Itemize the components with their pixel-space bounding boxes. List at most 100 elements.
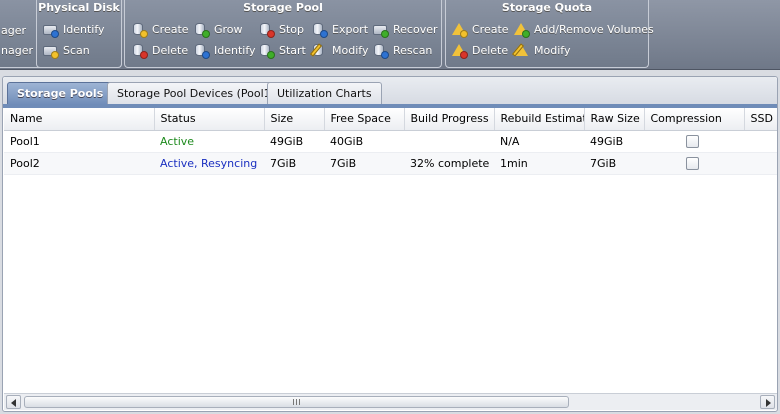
table-header-row: Name Status Size Free Space Build Progre… [4, 108, 777, 131]
storage-pools-table: Name Status Size Free Space Build Progre… [4, 108, 777, 175]
cell-status: Active, Resyncing [154, 152, 264, 175]
horizontal-scrollbar[interactable] [4, 393, 777, 410]
compression-checkbox[interactable] [686, 134, 699, 148]
cell-build-progress [404, 130, 494, 153]
quota-create-button[interactable]: Create [452, 19, 509, 39]
cell-rebuild-estimate: 1min [494, 152, 584, 175]
pool-identify-label: Identify [214, 43, 256, 57]
quota-delete-button[interactable]: Delete [452, 40, 508, 60]
cell-rebuild-estimate: N/A [494, 130, 584, 153]
compression-checkbox[interactable] [686, 156, 699, 170]
pool-delete-button[interactable]: Delete [132, 40, 188, 60]
table-row[interactable]: Pool1 Active 49GiB 40GiB N/A 49GiB [4, 130, 777, 153]
quota-delete-icon [452, 43, 468, 59]
quota-modify-label: Modify [534, 43, 571, 57]
cell-ssd [744, 130, 777, 153]
cell-free-space: 7GiB [324, 152, 404, 175]
column-header-size[interactable]: Size [264, 108, 325, 131]
pool-start-icon [259, 43, 275, 59]
cell-size: 7GiB [264, 152, 324, 175]
pool-start-label: Start [279, 43, 306, 57]
pool-recover-button[interactable]: Recover [373, 19, 438, 39]
pool-export-label: Export [332, 22, 369, 36]
tab-bar: Storage Pools Storage Pool Devices (Pool… [3, 77, 777, 105]
pool-create-icon [132, 22, 148, 38]
quota-create-icon [452, 22, 468, 38]
physical-disk-group-title: Physical Disk [38, 1, 120, 14]
tab-storage-pool-devices[interactable]: Storage Pool Devices (Pool1) [107, 82, 285, 105]
storage-quota-group: Storage Quota Create Add/Remove Volumes … [445, 0, 654, 68]
pool-rescan-label: Rescan [393, 43, 433, 57]
manager-button-1[interactable]: ager [1, 20, 26, 40]
manager-button-1-label: ager [1, 23, 27, 37]
column-header-build-progress[interactable]: Build Progress [404, 108, 495, 131]
column-header-rebuild-estimate[interactable]: Rebuild Estimate [494, 108, 585, 131]
storage-pool-group-title: Storage Pool [243, 1, 323, 14]
pool-create-label: Create [152, 22, 189, 36]
cell-compression [644, 130, 744, 153]
tab-utilization-charts[interactable]: Utilization Charts [267, 82, 382, 105]
storage-pools-panel: Storage Pools Storage Pool Devices (Pool… [2, 76, 778, 412]
quota-modify-button[interactable]: Modify [511, 40, 571, 60]
pool-grow-button[interactable]: Grow [194, 19, 243, 39]
pool-modify-icon [309, 42, 327, 58]
pool-identify-button[interactable]: Identify [194, 40, 256, 60]
table-row[interactable]: Pool2 Active, Resyncing 7GiB 7GiB 32% co… [4, 152, 777, 175]
disk-identify-button[interactable]: Identify [43, 19, 105, 39]
quota-create-label: Create [472, 22, 509, 36]
pool-rescan-icon [373, 43, 389, 59]
cell-status: Active [154, 130, 264, 153]
scroll-left-arrow-icon[interactable] [6, 395, 21, 409]
cell-ssd [744, 152, 777, 175]
column-header-raw-size[interactable]: Raw Size [584, 108, 645, 131]
cell-name: Pool2 [4, 152, 154, 175]
manager-button-2-label: nager [1, 43, 33, 57]
column-header-free-space[interactable]: Free Space [324, 108, 405, 131]
storage-pools-grid: Name Status Size Free Space Build Progre… [4, 108, 777, 394]
disk-scan-label: Scan [63, 43, 90, 57]
pool-delete-icon [132, 43, 148, 59]
disk-identify-label: Identify [63, 22, 105, 36]
storage-quota-group-title: Storage Quota [501, 1, 593, 14]
pool-grow-label: Grow [214, 22, 243, 36]
scrollbar-grip-icon [293, 399, 300, 405]
disk-scan-button[interactable]: Scan [43, 40, 90, 60]
cell-raw-size: 7GiB [584, 152, 644, 175]
tab-storage-pools[interactable]: Storage Pools [7, 82, 114, 105]
pool-rescan-button[interactable]: Rescan [373, 40, 432, 60]
physical-disk-group: Physical Disk Identify Scan [36, 0, 122, 68]
pool-stop-button[interactable]: Stop [259, 19, 304, 39]
scroll-right-arrow-icon[interactable] [760, 395, 775, 409]
pool-export-button[interactable]: Export [312, 19, 368, 39]
quota-add-remove-volumes-button[interactable]: Add/Remove Volumes [514, 19, 654, 39]
pool-recover-icon [373, 22, 389, 38]
quota-modify-icon [511, 42, 529, 58]
manager-button-2[interactable]: nager [1, 40, 33, 60]
column-header-name[interactable]: Name [4, 108, 155, 131]
pool-grow-icon [194, 22, 210, 38]
toolbar-ribbon: ager nager Physical Disk Identify Scan S… [0, 0, 780, 70]
column-header-compression[interactable]: Compression [644, 108, 745, 131]
cell-build-progress: 32% complete [404, 152, 494, 175]
pool-start-button[interactable]: Start [259, 40, 306, 60]
cell-compression [644, 152, 744, 175]
pool-recover-label: Recover [393, 22, 438, 36]
pool-modify-button[interactable]: Modify [309, 40, 368, 60]
pool-stop-label: Stop [279, 22, 305, 36]
column-header-status[interactable]: Status [154, 108, 265, 131]
disk-scan-icon [43, 43, 59, 59]
disk-identify-icon [43, 22, 59, 38]
cell-size: 49GiB [264, 130, 324, 153]
quota-volumes-icon [514, 22, 530, 38]
quota-delete-label: Delete [472, 43, 509, 57]
quota-add-remove-volumes-label: Add/Remove Volumes [534, 22, 654, 36]
column-header-ssd[interactable]: SSD C [744, 108, 777, 131]
cell-raw-size: 49GiB [584, 130, 644, 153]
pool-export-icon [312, 22, 328, 38]
storage-pool-group: Storage Pool Create Grow Stop Export Rec… [124, 0, 442, 68]
pool-delete-label: Delete [152, 43, 189, 57]
cell-name: Pool1 [4, 130, 154, 153]
pool-stop-icon [259, 22, 275, 38]
scrollbar-thumb[interactable] [24, 396, 569, 408]
pool-create-button[interactable]: Create [132, 19, 189, 39]
